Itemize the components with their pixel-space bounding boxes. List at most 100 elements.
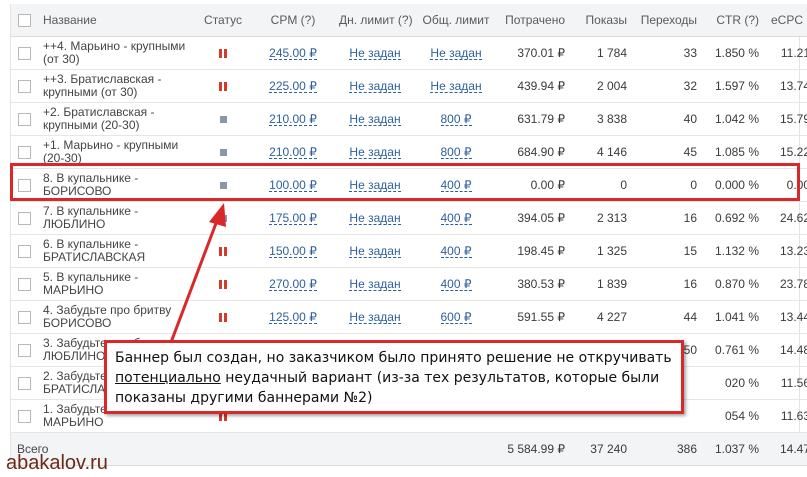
daily-limit-value[interactable]: Не задан <box>349 47 401 60</box>
campaign-name[interactable]: +2. Братиславская - крупными (20-30) <box>37 102 195 136</box>
column-header-clicks[interactable]: Переходы <box>635 4 705 37</box>
column-header-status[interactable]: Статус <box>195 4 251 37</box>
checkbox-icon[interactable] <box>17 47 31 61</box>
daily-limit-value[interactable]: Не задан <box>349 245 401 258</box>
cpm-value[interactable]: 210.00 ₽ <box>269 146 317 159</box>
row-checkbox[interactable] <box>11 267 37 301</box>
status-cell[interactable] <box>195 135 251 169</box>
checkbox-icon[interactable] <box>17 245 31 259</box>
stop-icon[interactable] <box>219 149 227 157</box>
row-checkbox[interactable] <box>11 102 37 136</box>
row-checkbox[interactable] <box>11 300 37 334</box>
cpm-value-cell: 225.00 ₽ <box>251 69 335 103</box>
status-cell[interactable] <box>195 36 251 70</box>
total-limit-value[interactable]: 400 ₽ <box>440 179 472 192</box>
checkbox-icon[interactable] <box>17 113 31 127</box>
table-row[interactable]: 5. В купальнике - МАРЬИНО 270.00 ₽ Не задан… <box>11 267 807 301</box>
cpm-value[interactable]: 270.00 ₽ <box>269 278 317 291</box>
status-cell[interactable] <box>195 267 251 301</box>
row-checkbox[interactable] <box>11 366 37 400</box>
cpm-value[interactable]: 175.00 ₽ <box>269 212 317 225</box>
stop-icon[interactable] <box>219 116 227 124</box>
pause-icon[interactable] <box>219 82 227 92</box>
column-header-cpm[interactable]: CPM (?) <box>251 4 335 37</box>
status-cell[interactable] <box>195 168 251 202</box>
total-limit-value[interactable]: 400 ₽ <box>440 212 472 225</box>
row-checkbox[interactable] <box>11 333 37 367</box>
checkbox-icon[interactable] <box>17 377 31 391</box>
stop-icon[interactable] <box>219 182 227 190</box>
table-row[interactable]: 6. В купальнике - БРАТИСЛАВСКАЯ 150.00 ₽ Не… <box>11 234 807 268</box>
column-header-total-limit[interactable]: Общ. лимит <box>415 4 497 37</box>
daily-limit-value[interactable]: Не задан <box>349 113 401 126</box>
pause-icon[interactable] <box>219 313 227 323</box>
table-row[interactable]: 4. Забудьте про бритву БОРИСОВО 125.00 ₽ Не… <box>11 300 807 334</box>
table-row[interactable]: 8. В купальнике - БОРИСОВО 100.00 ₽ Не зада… <box>11 168 807 202</box>
pause-icon[interactable] <box>219 49 227 59</box>
daily-limit-value[interactable]: Не задан <box>349 146 401 159</box>
total-limit-value[interactable]: 400 ₽ <box>440 278 472 291</box>
status-cell[interactable] <box>195 69 251 103</box>
cpm-value[interactable]: 150.00 ₽ <box>269 245 317 258</box>
total-limit-value[interactable]: Не задан <box>430 47 482 60</box>
pause-icon[interactable] <box>219 247 227 257</box>
total-limit-value[interactable]: Не задан <box>430 80 482 93</box>
cpm-value[interactable]: 225.00 ₽ <box>269 80 317 93</box>
campaign-name[interactable]: 8. В купальнике - БОРИСОВО <box>37 168 195 202</box>
checkbox-icon[interactable] <box>17 80 31 94</box>
total-limit-value[interactable]: 800 ₽ <box>440 146 472 159</box>
campaign-name[interactable]: 5. В купальнике - МАРЬИНО <box>37 267 195 301</box>
campaign-name[interactable]: 4. Забудьте про бритву БОРИСОВО <box>37 300 195 334</box>
row-checkbox[interactable] <box>11 201 37 235</box>
row-checkbox[interactable] <box>11 36 37 70</box>
checkbox-icon[interactable] <box>17 278 31 292</box>
column-header-name[interactable]: Название <box>37 4 195 37</box>
campaign-name[interactable]: 7. В купальнике - ЛЮБЛИНО <box>37 201 195 235</box>
daily-limit-value[interactable]: Не задан <box>349 311 401 324</box>
column-header-daily-limit[interactable]: Дн. лимит (?) <box>335 4 415 37</box>
stop-icon[interactable] <box>219 215 227 223</box>
table-row[interactable]: +1. Марьино - крупными (20-30) 210.00 ₽ Не … <box>11 135 807 169</box>
total-limit-value[interactable]: 800 ₽ <box>440 113 472 126</box>
checkbox-icon[interactable] <box>17 179 31 193</box>
cpm-value[interactable]: 245.00 ₽ <box>269 47 317 60</box>
row-checkbox[interactable] <box>11 168 37 202</box>
cpm-value[interactable]: 100.00 ₽ <box>269 179 317 192</box>
row-checkbox[interactable] <box>11 135 37 169</box>
table-row[interactable]: 7. В купальнике - ЛЮБЛИНО 175.00 ₽ Не задан… <box>11 201 807 235</box>
total-limit-value[interactable]: 400 ₽ <box>440 245 472 258</box>
checkbox-icon[interactable] <box>17 146 31 160</box>
daily-limit-value[interactable]: Не задан <box>349 212 401 225</box>
cpm-value-cell: 100.00 ₽ <box>251 168 335 202</box>
daily-limit-value[interactable]: Не задан <box>349 278 401 291</box>
column-header-ecpc[interactable]: eCPC (?) <box>767 4 807 37</box>
column-header-spent[interactable]: Потрачено <box>497 4 573 37</box>
column-header-ctr[interactable]: CTR (?) <box>705 4 767 37</box>
checkbox-icon[interactable] <box>17 344 31 358</box>
row-checkbox[interactable] <box>11 69 37 103</box>
table-row[interactable]: +2. Братиславская - крупными (20-30) 210.0… <box>11 102 807 136</box>
status-cell[interactable] <box>195 234 251 268</box>
row-checkbox[interactable] <box>11 399 37 433</box>
row-checkbox[interactable] <box>11 234 37 268</box>
cpm-value[interactable]: 210.00 ₽ <box>269 113 317 126</box>
cpm-value[interactable]: 125.00 ₽ <box>269 311 317 324</box>
pause-icon[interactable] <box>219 280 227 290</box>
select-all-checkbox[interactable] <box>11 4 37 37</box>
campaign-name[interactable]: 6. В купальнике - БРАТИСЛАВСКАЯ <box>37 234 195 268</box>
table-row[interactable]: ++3. Братиславская - крупными (от 30) 225.… <box>11 69 807 103</box>
table-row[interactable]: ++4. Марьино - крупными (от 30) 245.00 ₽ Не… <box>11 36 807 70</box>
column-header-impressions[interactable]: Показы <box>573 4 635 37</box>
checkbox-icon[interactable] <box>17 410 31 424</box>
daily-limit-value[interactable]: Не задан <box>349 80 401 93</box>
daily-limit-value[interactable]: Не задан <box>349 179 401 192</box>
status-cell[interactable] <box>195 102 251 136</box>
checkbox-icon[interactable] <box>17 212 31 226</box>
campaign-name[interactable]: +1. Марьино - крупными (20-30) <box>37 135 195 169</box>
campaign-name[interactable]: ++3. Братиславская - крупными (от 30) <box>37 69 195 103</box>
total-limit-value[interactable]: 600 ₽ <box>440 311 472 324</box>
status-cell[interactable] <box>195 201 251 235</box>
status-cell[interactable] <box>195 300 251 334</box>
campaign-name[interactable]: ++4. Марьино - крупными (от 30) <box>37 36 195 70</box>
checkbox-icon[interactable] <box>17 311 31 325</box>
